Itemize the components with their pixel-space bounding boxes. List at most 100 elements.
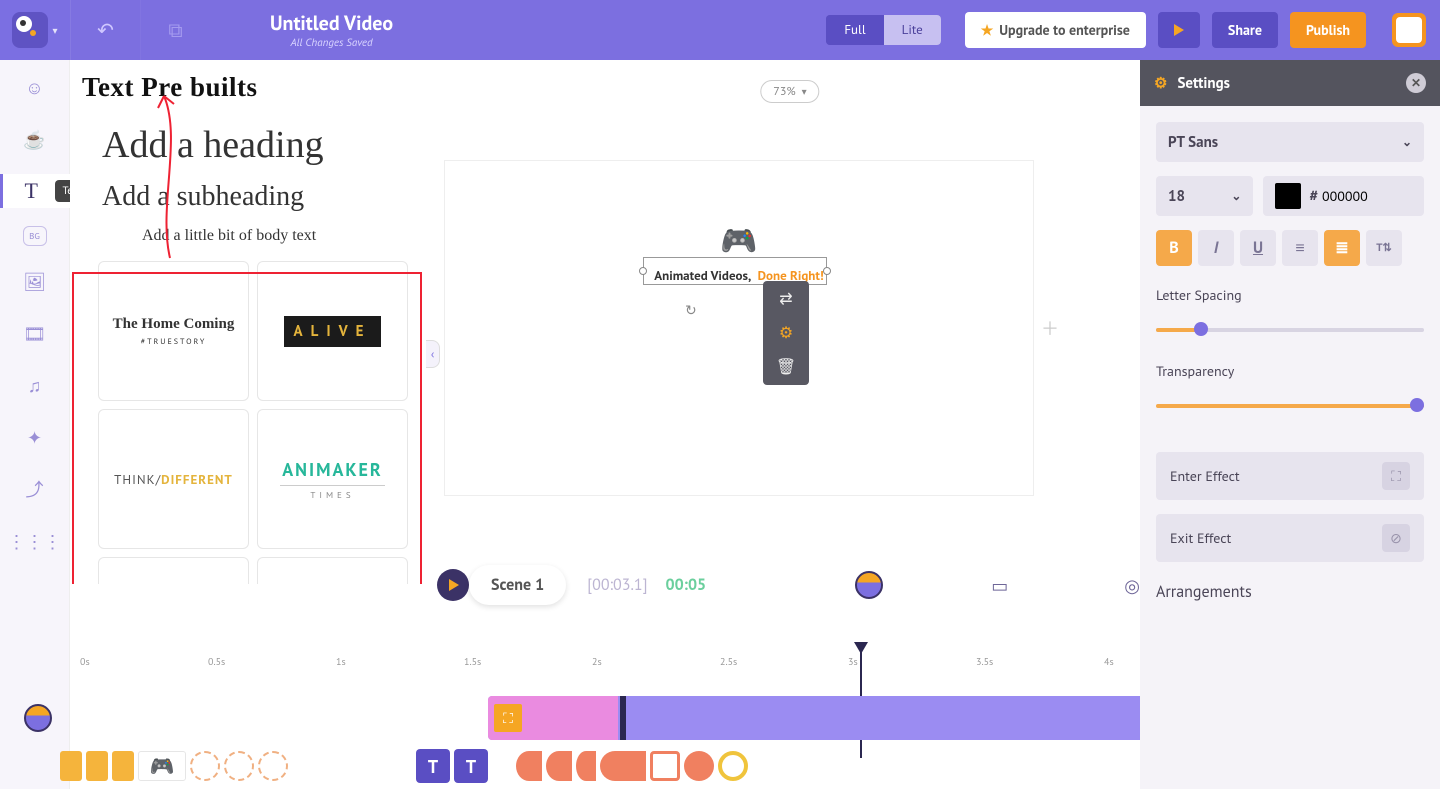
transparency-slider[interactable] [1156,394,1424,418]
trash-icon[interactable]: 🗑 [773,355,799,379]
underline-button[interactable]: U [1240,230,1276,266]
character-layer-icon[interactable] [855,571,883,599]
settings-panel: ⚙ Settings ✕ PT Sans ⌄ 18 ⌄ # B I U ≡ ≣ … [1140,60,1440,789]
font-size-value: 18 [1168,187,1185,206]
gear-icon[interactable]: ⚙ [773,321,799,345]
strip-item[interactable] [112,751,134,781]
strip-dashed-circle[interactable] [190,751,220,781]
segment-divider[interactable] [620,696,626,740]
zoom-indicator[interactable]: 73% ▾ [760,80,819,103]
publish-button[interactable]: Publish [1290,12,1366,48]
prebuilt-grid: The Home Coming #TRUESTORY ALIVE THINK/D… [78,257,414,584]
chevron-down-icon: ▾ [802,85,807,98]
view-lite[interactable]: Lite [884,15,941,45]
strip-dashed-circle[interactable] [224,751,254,781]
ruler-tick: 2s [592,655,602,668]
add-scene-button[interactable]: ＋ [1041,315,1059,341]
undo-icon[interactable]: ↶ [70,0,140,60]
text-transform-button[interactable]: T⇅ [1366,230,1402,266]
bold-button[interactable]: B [1156,230,1192,266]
font-family-select[interactable]: PT Sans ⌄ [1156,122,1424,162]
strip-dashed-circle[interactable] [258,751,288,781]
project-title-block[interactable]: Untitled Video All Changes Saved [270,10,393,50]
resize-handle-left[interactable] [639,267,647,275]
add-body-text[interactable]: Add a little bit of body text [78,223,414,257]
track-layer-icon[interactable] [24,704,52,732]
strip-text-icon[interactable]: T [416,749,450,783]
rail-videos-icon[interactable]: 🎞 [18,316,52,350]
hex-color-input[interactable] [1322,187,1412,205]
view-mode-toggle[interactable]: Full Lite [826,15,940,45]
prebuilt-card[interactable]: THINK/DIFFERENT [98,409,249,549]
strip-item[interactable] [86,751,108,781]
exit-effect-button[interactable]: Exit Effect ⊘ [1156,514,1424,562]
strip-shape[interactable] [650,751,680,781]
prebuilt-card[interactable]: The Home Coming #TRUESTORY [98,261,249,401]
rotate-handle-icon[interactable]: ↻ [685,301,697,319]
rail-apps-icon[interactable]: ⋮⋮⋮ [18,524,52,558]
text-color-picker[interactable]: # [1263,176,1424,216]
rail-images-icon[interactable]: 🖼 [18,264,52,298]
strip-shape[interactable] [718,751,748,781]
share-button[interactable]: Share [1212,12,1278,48]
font-size-select[interactable]: 18 ⌄ [1156,176,1253,216]
ruler-tick: 0.5s [208,655,225,668]
scene-label[interactable]: Scene 1 [469,565,566,605]
current-time: [00:03.1] [587,575,647,595]
rail-characters-icon[interactable]: ☺ [18,70,52,104]
close-settings-button[interactable]: ✕ [1406,73,1426,93]
swap-icon[interactable]: ⇄ [773,287,799,311]
letter-spacing-slider[interactable] [1156,318,1424,342]
stage[interactable]: ＋ 🎮 Animated Videos, Done Right! ↻ ⇄ ⚙ 🗑 [444,160,1034,496]
strip-shape[interactable] [576,751,596,781]
save-status: All Changes Saved [270,36,393,50]
preview-play-button[interactable] [1158,12,1200,48]
strip-shape[interactable] [516,751,542,781]
settings-header: ⚙ Settings ✕ [1140,60,1440,106]
collapse-library-handle[interactable]: ‹ [426,340,440,368]
prebuilt-card[interactable]: ALIVE [257,261,408,401]
prebuilt-card[interactable] [257,557,408,584]
gamepad-prop[interactable]: 🎮 [720,221,757,260]
prebuilt-card[interactable]: JUSTIN [98,557,249,584]
timeline-control-bar: Scene 1 [00:03.1] 00:05 ▭ ◎ [430,555,1140,615]
prebuilt-text: ALIVE [284,316,382,347]
strip-shape[interactable] [546,751,572,781]
user-avatar[interactable] [1392,13,1426,47]
strip-shape[interactable] [684,751,714,781]
app-logo[interactable]: ▾ [0,0,70,60]
camera-icon[interactable]: ▭ [991,574,1008,597]
exit-effect-label: Exit Effect [1170,529,1231,547]
add-subheading[interactable]: Add a subheading [78,177,414,223]
view-full[interactable]: Full [826,15,883,45]
gear-icon: ⚙ [1154,74,1167,93]
divider [280,485,384,486]
library-panel: Text Pre builts Add a heading Add a subh… [70,60,430,584]
add-heading[interactable]: Add a heading [78,119,414,177]
rail-music-icon[interactable]: ♫ [18,368,52,402]
rail-effects-icon[interactable]: ✦ [18,420,52,454]
strip-item[interactable] [60,751,82,781]
rail-upload-icon[interactable]: ⤴ [18,472,52,506]
enter-effect-button[interactable]: Enter Effect ⛶ [1156,452,1424,500]
strip-gamepad-icon[interactable]: 🎮 [138,751,186,781]
italic-button[interactable]: I [1198,230,1234,266]
ruler-tick: 3.5s [976,655,993,668]
copy-icon[interactable]: ⧉ [140,0,210,60]
align-left-button[interactable]: ≡ [1282,230,1318,266]
hash-sign: # [1309,187,1318,206]
strip-text-icon[interactable]: T [454,749,488,783]
strip-shape[interactable] [600,751,646,781]
rail-props-icon[interactable]: ☕ [18,122,52,156]
project-title[interactable]: Untitled Video [270,10,393,36]
upgrade-button[interactable]: ★ Upgrade to enterprise [965,12,1146,48]
timeline-play-button[interactable] [437,569,469,601]
rail-text-icon[interactable]: T Text [0,174,70,208]
library-title: Text Pre builts [82,72,414,103]
rail-background-icon[interactable]: BG [23,226,47,246]
prebuilt-card[interactable]: ANIMAKER TIMES [257,409,408,549]
align-center-button[interactable]: ≣ [1324,230,1360,266]
enter-effect-icon[interactable]: ⛶ [494,704,522,732]
expand-icon: ⛶ [1382,462,1410,490]
focus-icon[interactable]: ◎ [1124,574,1140,597]
